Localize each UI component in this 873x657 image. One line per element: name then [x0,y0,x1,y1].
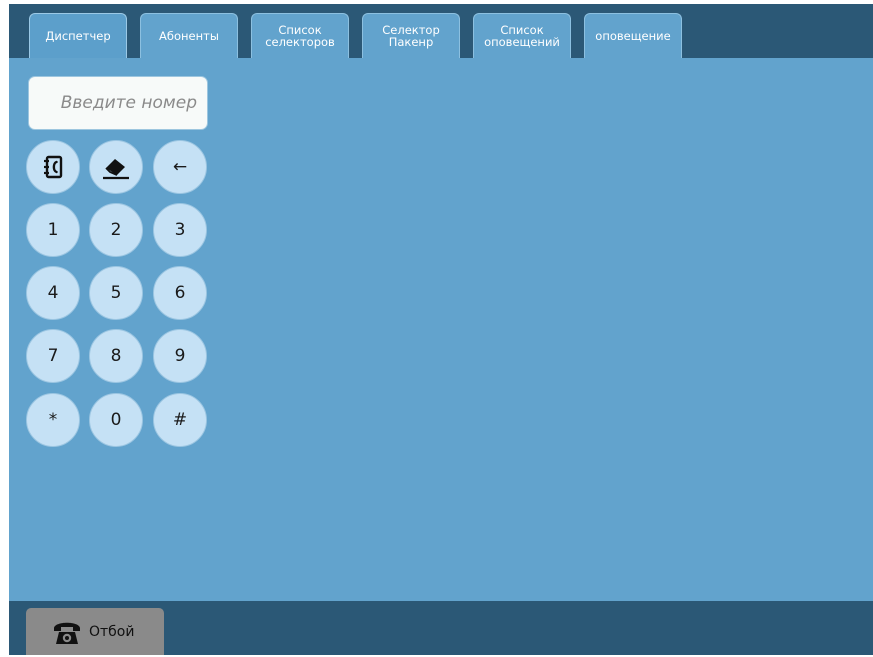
key-7[interactable]: 7 [26,329,80,383]
key-5[interactable]: 5 [89,266,143,320]
tab-alert[interactable]: оповещение [584,13,682,58]
tab-alert-list[interactable]: Список оповещений [473,13,571,58]
eraser-icon [103,159,129,180]
key-2[interactable]: 2 [89,203,143,257]
key-star[interactable]: * [26,393,80,447]
key-0[interactable]: 0 [89,393,143,447]
backspace-button[interactable]: ← [153,140,207,194]
key-8[interactable]: 8 [89,329,143,383]
phone-number-input[interactable] [28,76,208,130]
bottom-bar: Отбой [9,601,873,655]
key-1[interactable]: 1 [26,203,80,257]
tab-dispatcher[interactable]: Диспетчер [29,13,127,58]
hangup-button[interactable]: Отбой [26,608,164,655]
key-6[interactable]: 6 [153,266,207,320]
hangup-label: Отбой [89,623,135,640]
key-3[interactable]: 3 [153,203,207,257]
key-4[interactable]: 4 [26,266,80,320]
phonebook-button[interactable] [26,140,80,194]
tab-bar: Диспетчер Абоненты Список селекторов Сел… [9,4,873,58]
app-window: Диспетчер Абоненты Список селекторов Сел… [9,4,873,655]
tab-selector-pakenr[interactable]: Селектор Пакенр [362,13,460,58]
tab-selector-list[interactable]: Список селекторов [251,13,349,58]
key-9[interactable]: 9 [153,329,207,383]
key-hash[interactable]: # [153,393,207,447]
phonebook-icon [44,155,63,179]
telephone-icon [54,622,80,644]
tab-subscribers[interactable]: Абоненты [140,13,238,58]
clear-button[interactable] [89,140,143,194]
